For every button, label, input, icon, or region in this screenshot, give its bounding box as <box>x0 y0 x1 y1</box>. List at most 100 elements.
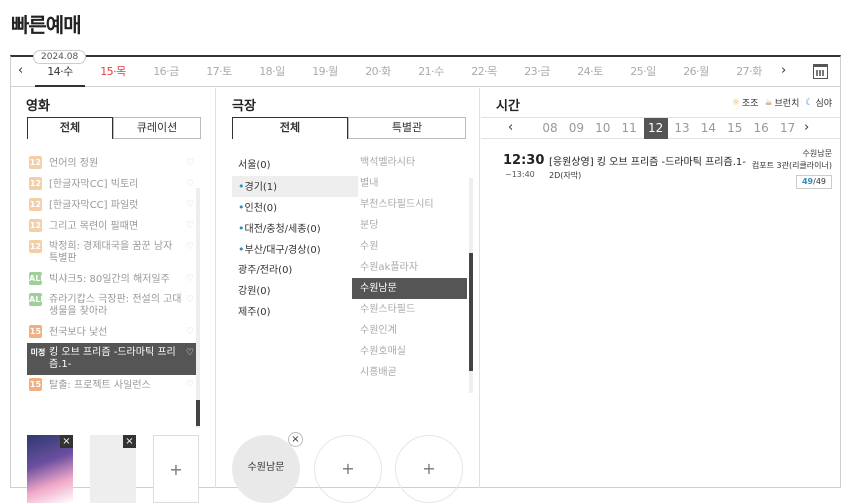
date-item[interactable]: 24·토 <box>565 57 615 87</box>
date-item[interactable]: 27·화 <box>724 57 774 87</box>
remove-theater-button[interactable]: × <box>288 432 303 447</box>
theater-item[interactable]: 백석벨라시타 <box>352 152 467 173</box>
tab-movie-curation[interactable]: 큐레이션 <box>113 117 201 139</box>
region-label: 서울(0) <box>238 160 271 171</box>
date-item[interactable]: 16·금 <box>141 57 191 87</box>
heart-icon[interactable]: ♡ <box>186 274 194 284</box>
hour-item[interactable]: 14 <box>696 118 720 139</box>
region-item[interactable]: •부산/대구/경상(0) <box>232 239 358 260</box>
year-month-label: 2024.08 <box>33 50 87 64</box>
region-label: 광주/전라(0) <box>238 265 293 276</box>
region-item[interactable]: 제주(0) <box>232 302 358 323</box>
region-item[interactable]: •경기(1) <box>232 176 358 197</box>
calendar-icon[interactable] <box>813 64 828 79</box>
add-theater-slot[interactable]: + <box>314 435 382 503</box>
movie-title: 킹 오브 프리즘 -드라마틱 프리즘.1- <box>49 347 176 370</box>
date-next-button[interactable]: › <box>781 63 786 78</box>
hour-item[interactable]: 08 <box>538 118 562 139</box>
tab-theater-special[interactable]: 특별관 <box>348 117 466 139</box>
heart-icon[interactable]: ♡ <box>186 221 194 231</box>
heart-icon[interactable]: ♡ <box>186 380 194 390</box>
show-format: 2D(자막) <box>549 171 582 180</box>
seats-left: 49 <box>801 177 814 186</box>
theater-item[interactable]: 수원남문 <box>352 278 467 299</box>
date-item[interactable]: 26·월 <box>671 57 721 87</box>
date-item[interactable]: 15·목 <box>88 57 138 87</box>
add-movie-slot[interactable]: + <box>153 435 199 503</box>
region-item[interactable]: 서울(0) <box>232 155 358 176</box>
date-item[interactable]: 18·일 <box>247 57 297 87</box>
tab-theater-all[interactable]: 전체 <box>232 117 348 139</box>
hour-item[interactable]: 12 <box>643 118 668 139</box>
movie-list-item[interactable]: 15 탈출: 프로젝트 사일런스 ♡ <box>27 375 200 396</box>
date-item[interactable]: 20·화 <box>353 57 403 87</box>
legend-label: 조조 <box>741 99 759 109</box>
remove-movie-button[interactable]: × <box>60 435 73 448</box>
date-item[interactable]: 22·목 <box>459 57 509 87</box>
theater-item[interactable]: 수원스타필드 <box>352 299 467 320</box>
region-item[interactable]: •인천(0) <box>232 197 358 218</box>
show-screen: 컴포트 3관(리클라이너) <box>751 161 832 170</box>
age-rating-badge: 미정 <box>30 348 46 357</box>
heart-icon[interactable]: ♡ <box>186 327 194 337</box>
date-item[interactable]: 17·토 <box>194 57 244 87</box>
theater-heading: 극장 <box>232 99 256 114</box>
theater-item[interactable]: 부천스타필드시티 <box>352 194 467 215</box>
movie-title: 천국보다 낯선 <box>49 326 108 338</box>
age-rating-badge: 12 <box>29 240 42 253</box>
legend-label: 심야 <box>815 99 832 109</box>
date-item[interactable]: 19·월 <box>300 57 350 87</box>
region-item[interactable]: 강원(0) <box>232 281 358 302</box>
theater-item[interactable]: 수원 <box>352 236 467 257</box>
age-rating-badge: ALL <box>29 272 46 285</box>
age-rating-badge: 15 <box>29 378 42 391</box>
movie-slot-empty: × <box>90 435 136 503</box>
movie-list-item[interactable]: ALL 쥬라기캅스 극장판: 전설의 고대 생물을 찾아라 ♡ <box>27 290 200 322</box>
heart-icon[interactable]: ♡ <box>186 242 194 252</box>
region-item[interactable]: 광주/전라(0) <box>232 260 358 281</box>
movie-list-item[interactable]: 미정 킹 오브 프리즘 -드라마틱 프리즘.1- ♡ <box>27 343 200 375</box>
tab-movie-all[interactable]: 전체 <box>27 117 113 139</box>
theater-scrollbar-thumb[interactable] <box>469 253 473 371</box>
movie-list-item[interactable]: 12 박정희: 경제대국을 꿈꾼 남자 특별판 ♡ <box>27 237 200 269</box>
movie-scrollbar-track[interactable] <box>196 188 200 428</box>
theater-item[interactable]: 수원인계 <box>352 320 467 341</box>
date-item[interactable]: 25·일 <box>618 57 668 87</box>
region-item[interactable]: •대전/충청/세종(0) <box>232 218 358 239</box>
date-item[interactable]: 23·금 <box>512 57 562 87</box>
date-prev-button[interactable]: ‹ <box>18 63 23 78</box>
date-item[interactable]: 21·수 <box>406 57 456 87</box>
heart-icon[interactable]: ♡ <box>186 295 194 305</box>
hour-item[interactable]: 15 <box>723 118 747 139</box>
hour-prev-button[interactable]: ‹ <box>508 120 513 135</box>
movie-list-item[interactable]: 12 [한글자막CC] 파일럿 ♡ <box>27 195 200 216</box>
showtime-item[interactable]: 12:30 ~13:40 [응원상영] 킹 오브 프리즘 -드라마틱 프리즘.1… <box>481 148 840 198</box>
movie-list-item[interactable]: 15 천국보다 낯선 ♡ <box>27 322 200 343</box>
hour-item[interactable]: 16 <box>749 118 773 139</box>
movie-title: 빅샤크5: 80일간의 해저일주 <box>49 273 170 285</box>
hour-item[interactable]: 09 <box>564 118 588 139</box>
hour-item[interactable]: 10 <box>591 118 615 139</box>
movie-list-item[interactable]: 12 언어의 정원 ♡ <box>27 153 200 174</box>
theater-item[interactable]: 수원호매실 <box>352 341 467 362</box>
hour-item[interactable]: 17 <box>776 118 800 139</box>
movie-title: 쥬라기캅스 극장판: 전설의 고대 생물을 찾아라 <box>49 294 182 317</box>
theater-item[interactable]: 수원ak플라자 <box>352 257 467 278</box>
hour-item[interactable]: 13 <box>670 118 694 139</box>
movie-list-item[interactable]: 12 그리고 목련이 필때면 ♡ <box>27 216 200 237</box>
heart-icon[interactable]: ♡ <box>186 179 194 189</box>
time-heading: 시간 <box>496 99 520 114</box>
movie-scrollbar-thumb[interactable] <box>196 400 200 426</box>
movie-list-item[interactable]: 12 [한글자막CC] 빅토리 ♡ <box>27 174 200 195</box>
theater-item[interactable]: 시흥배곧 <box>352 362 467 383</box>
heart-icon[interactable]: ♡ <box>186 200 194 210</box>
theater-item[interactable]: 별내 <box>352 173 467 194</box>
hour-item[interactable]: 11 <box>617 118 641 139</box>
add-theater-slot[interactable]: + <box>395 435 463 503</box>
movie-list-item[interactable]: ALL 빅샤크5: 80일간의 해저일주 ♡ <box>27 269 200 290</box>
heart-icon[interactable]: ♡ <box>186 348 194 358</box>
heart-icon[interactable]: ♡ <box>186 158 194 168</box>
hour-next-button[interactable]: › <box>804 120 809 135</box>
remove-slot-button[interactable]: × <box>123 435 136 448</box>
theater-item[interactable]: 분당 <box>352 215 467 236</box>
